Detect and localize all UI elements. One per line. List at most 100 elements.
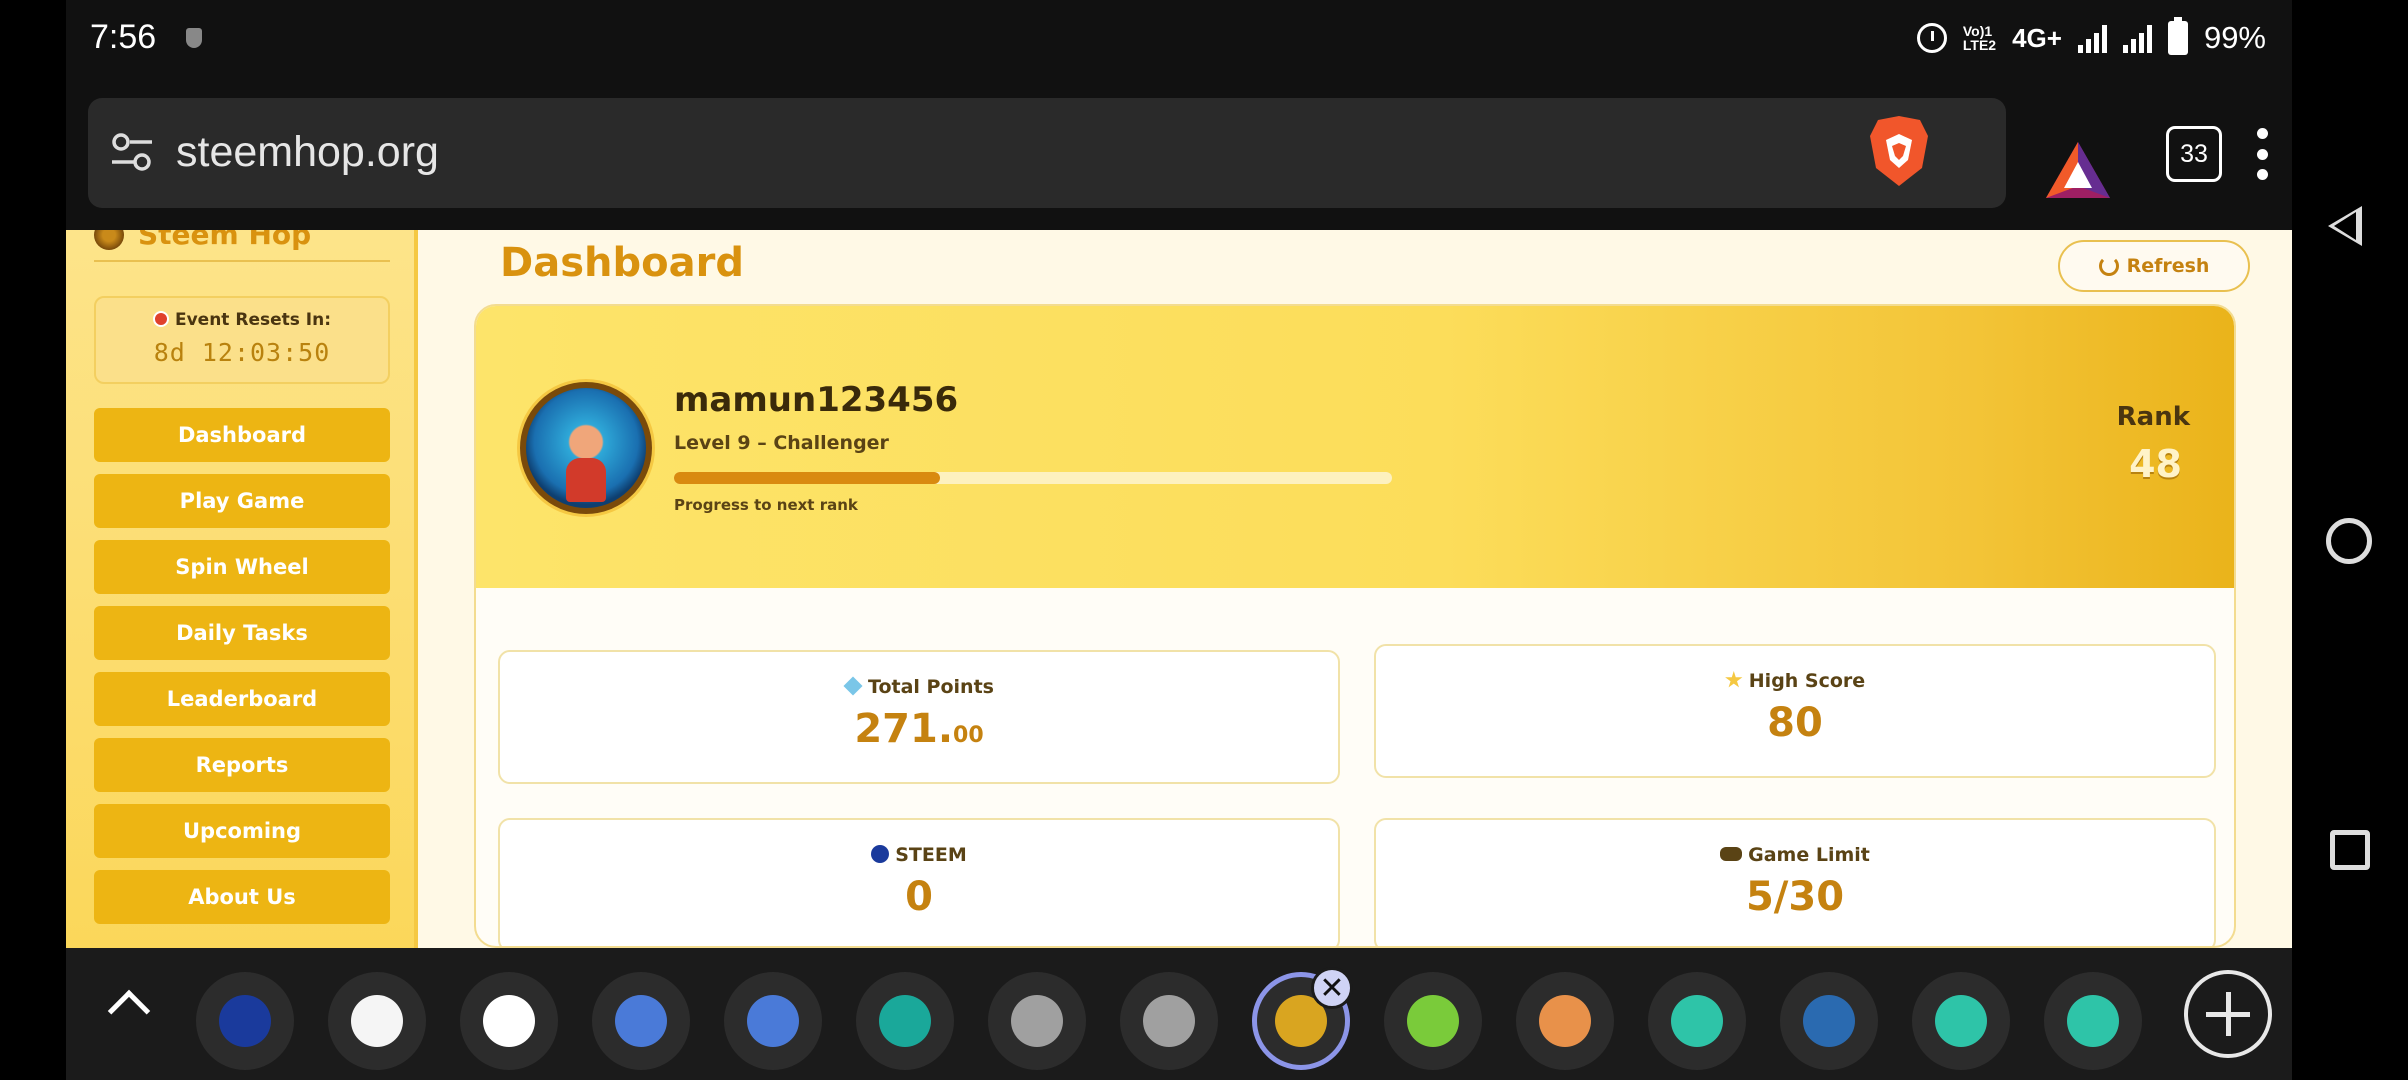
tab-strip: ✕ bbox=[66, 948, 2292, 1080]
steem-tab-icon[interactable] bbox=[196, 972, 294, 1070]
teal-tab-icon-glyph bbox=[1935, 995, 1987, 1047]
rank-label: Rank bbox=[2116, 402, 2190, 432]
signal-icon-2 bbox=[2122, 23, 2152, 53]
brand[interactable]: Steem Hop bbox=[94, 230, 311, 251]
stat-value: 5/30 bbox=[1745, 874, 1845, 920]
battery-icon bbox=[2167, 17, 2188, 55]
orange-tab-icon[interactable] bbox=[1516, 972, 1614, 1070]
sidebar-item-dashboard[interactable]: Dashboard bbox=[94, 408, 390, 462]
orange-tab-icon-glyph bbox=[1539, 995, 1591, 1047]
a4-tab-icon[interactable] bbox=[856, 972, 954, 1070]
stat-label: Game Limit bbox=[1748, 844, 1870, 866]
star-icon bbox=[1725, 671, 1743, 688]
sidebar-item-leaderboard[interactable]: Leaderboard bbox=[94, 672, 390, 726]
close-tab-icon[interactable]: ✕ bbox=[1311, 967, 1353, 1009]
stat-steem: STEEM 0 bbox=[498, 818, 1340, 946]
sidebar-item-about-us[interactable]: About Us bbox=[94, 870, 390, 924]
p-tab-icon[interactable] bbox=[724, 972, 822, 1070]
brave-shields-icon[interactable] bbox=[1868, 114, 1930, 188]
username: mamun123456 bbox=[674, 380, 959, 420]
status-bar: 7:56 Vo)1 LTE2 4G+ 99% bbox=[66, 0, 2292, 78]
url-text[interactable]: steemhop.org bbox=[176, 128, 439, 177]
brand-name: Steem Hop bbox=[138, 230, 312, 251]
divider bbox=[94, 260, 390, 262]
white-dot-tab-icon-glyph bbox=[351, 995, 403, 1047]
a4-tab-icon-glyph bbox=[879, 995, 931, 1047]
tab-icons: ✕ bbox=[196, 967, 2142, 1070]
more-menu-icon[interactable] bbox=[2256, 128, 2268, 180]
sidebar: Steem Hop Event Resets In: 8d 12:03:50 D… bbox=[66, 230, 418, 948]
gem-icon bbox=[843, 676, 863, 696]
rewards-icon[interactable] bbox=[2046, 142, 2110, 198]
sidebar-item-upcoming[interactable]: Upcoming bbox=[94, 804, 390, 858]
teal-tab-icon-glyph bbox=[2067, 995, 2119, 1047]
new-tab-button[interactable] bbox=[2184, 970, 2272, 1058]
alarm-icon bbox=[1916, 23, 1947, 53]
globe-tab-icon[interactable] bbox=[1120, 972, 1218, 1070]
sidebar-nav: Dashboard Play Game Spin Wheel Daily Tas… bbox=[94, 408, 390, 936]
back-icon[interactable] bbox=[2328, 206, 2362, 246]
stat-high-score: High Score 80 bbox=[1374, 644, 2216, 778]
refresh-button[interactable]: Refresh bbox=[2058, 240, 2250, 292]
progress-label: Progress to next rank bbox=[674, 496, 858, 514]
status-icons: Vo)1 LTE2 4G+ 99% bbox=[1916, 16, 2266, 60]
page-title: Dashboard bbox=[500, 240, 744, 286]
stat-game-limit: Game Limit 5/30 bbox=[1374, 818, 2216, 946]
sidebar-item-reports[interactable]: Reports bbox=[94, 738, 390, 792]
main-content: Dashboard Refresh mamun123456 Level 9 – … bbox=[418, 230, 2292, 948]
alarm-clock-icon bbox=[152, 311, 169, 327]
stat-label: High Score bbox=[1748, 670, 1866, 692]
refresh-icon bbox=[2098, 256, 2119, 276]
teal-tab-icon[interactable] bbox=[1912, 972, 2010, 1070]
stat-value: 0 bbox=[905, 874, 933, 920]
recents-icon[interactable] bbox=[2330, 830, 2370, 870]
teal-tab-icon[interactable] bbox=[2044, 972, 2142, 1070]
globe-tab-icon-glyph bbox=[1011, 995, 1063, 1047]
level-text: Level 9 – Challenger bbox=[674, 432, 889, 454]
gamepad-icon bbox=[1720, 847, 1743, 861]
avatar bbox=[520, 382, 652, 514]
signal-icon bbox=[2077, 23, 2107, 53]
steemhop-tab-icon[interactable]: ✕ bbox=[1252, 967, 1353, 1070]
battery-percent: 99% bbox=[2203, 20, 2266, 55]
shield-icon bbox=[186, 28, 202, 48]
site-settings-icon[interactable] bbox=[110, 130, 154, 174]
parrot-tab-icon[interactable] bbox=[1384, 972, 1482, 1070]
blue-tab-icon-glyph bbox=[1803, 995, 1855, 1047]
address-bar[interactable]: steemhop.org bbox=[88, 98, 2110, 208]
stat-label: STEEM bbox=[895, 844, 967, 866]
google-tab-icon[interactable] bbox=[460, 972, 558, 1070]
p-tab-icon-glyph bbox=[747, 995, 799, 1047]
steem-icon bbox=[871, 845, 890, 863]
p-tab-icon[interactable] bbox=[592, 972, 690, 1070]
chevron-up-icon[interactable] bbox=[107, 989, 151, 1033]
system-nav-bar bbox=[2292, 0, 2408, 1080]
sidebar-item-play-game[interactable]: Play Game bbox=[94, 474, 390, 528]
sidebar-item-spin-wheel[interactable]: Spin Wheel bbox=[94, 540, 390, 594]
white-dot-tab-icon[interactable] bbox=[328, 972, 426, 1070]
rank-value: 48 bbox=[2129, 442, 2182, 486]
teal-tab-icon-glyph bbox=[1671, 995, 1723, 1047]
event-label: Event Resets In: bbox=[96, 310, 388, 330]
stat-value: 80 bbox=[1767, 700, 1823, 746]
brand-logo-icon bbox=[94, 230, 124, 250]
phone-screen: 7:56 Vo)1 LTE2 4G+ 99% steemhop.org 33 S… bbox=[0, 0, 2408, 1080]
p-tab-icon-glyph bbox=[615, 995, 667, 1047]
sidebar-item-daily-tasks[interactable]: Daily Tasks bbox=[94, 606, 390, 660]
rank-progress-bar bbox=[674, 472, 1392, 484]
tab-switcher-button[interactable]: 33 bbox=[2166, 126, 2222, 182]
stat-value: 271.00 bbox=[854, 706, 984, 752]
globe-tab-icon[interactable] bbox=[988, 972, 1086, 1070]
refresh-label: Refresh bbox=[2126, 255, 2210, 277]
browser-toolbar: steemhop.org 33 bbox=[66, 78, 2292, 230]
teal-tab-icon[interactable] bbox=[1648, 972, 1746, 1070]
web-page: Steem Hop Event Resets In: 8d 12:03:50 D… bbox=[66, 230, 2292, 948]
blue-tab-icon[interactable] bbox=[1780, 972, 1878, 1070]
profile-card: mamun123456 Level 9 – Challenger Progres… bbox=[474, 304, 2236, 948]
network-type: 4G+ bbox=[2012, 22, 2062, 53]
stat-total-points: Total Points 271.00 bbox=[498, 650, 1340, 784]
steem-tab-icon-glyph bbox=[219, 995, 271, 1047]
profile-header: mamun123456 Level 9 – Challenger Progres… bbox=[476, 306, 2234, 588]
event-timer: 8d 12:03:50 bbox=[153, 338, 331, 367]
home-icon[interactable] bbox=[2326, 518, 2372, 564]
